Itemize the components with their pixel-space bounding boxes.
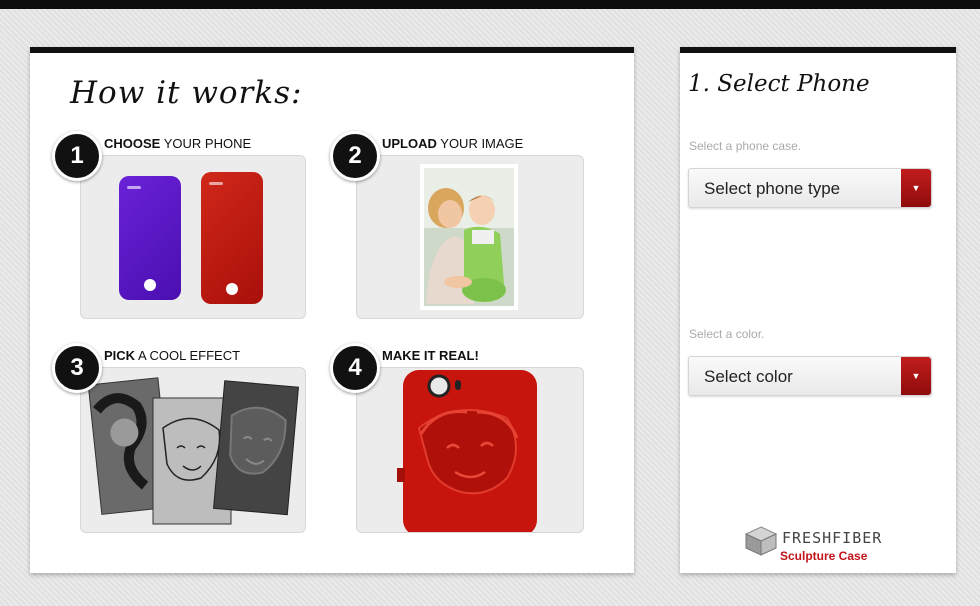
brand-tagline: Sculpture Case (780, 549, 868, 563)
sculpture-case (397, 370, 537, 532)
step-image-panel (80, 155, 306, 319)
phone-case-label: Select a phone case. (689, 139, 802, 153)
step-title: PICK A COOL EFFECT (104, 348, 241, 363)
step-image-panel (80, 367, 306, 533)
color-select[interactable]: Select color ▼ (688, 356, 932, 396)
step-image-panel (356, 155, 584, 319)
cube-logo-icon (744, 526, 778, 556)
step-pick-effect: 3 PICK A COOL EFFECT (52, 343, 312, 538)
dropdown-arrow-icon[interactable]: ▼ (901, 357, 931, 395)
how-it-works-card: How it works: 1 CHOOSE YOUR PHONE 2 UPLO… (30, 47, 634, 573)
step-number: 4 (330, 343, 380, 393)
step-title: MAKE IT REAL! (382, 348, 479, 363)
select-phone-card: 1. Select Phone Select a phone case. Sel… (680, 47, 956, 573)
color-select-value: Select color (704, 367, 793, 386)
color-label: Select a color. (689, 327, 765, 341)
step-upload-image: 2 UPLOAD YOUR IMAGE (330, 131, 590, 321)
step-number: 1 (52, 131, 102, 181)
purple-phone[interactable] (119, 176, 181, 300)
phone-type-select[interactable]: Select phone type ▼ (688, 168, 932, 208)
how-it-works-heading: How it works: (70, 75, 303, 111)
uploaded-photo (420, 164, 518, 310)
step-image-panel (356, 367, 584, 533)
top-bar (0, 0, 980, 9)
step-choose-phone: 1 CHOOSE YOUR PHONE (52, 131, 312, 321)
effect-samples (87, 377, 299, 525)
step-number: 3 (52, 343, 102, 393)
step-make-it-real: 4 MAKE IT REAL! (330, 343, 590, 538)
brand-name: FRESHFIBER (782, 529, 883, 547)
select-phone-title: 1. Select Phone (688, 71, 870, 97)
red-phone[interactable] (201, 172, 263, 304)
phone-type-select-value: Select phone type (704, 179, 841, 198)
step-title: CHOOSE YOUR PHONE (104, 136, 252, 151)
dropdown-arrow-icon[interactable]: ▼ (901, 169, 931, 207)
step-title: UPLOAD YOUR IMAGE (382, 136, 524, 151)
step-number: 2 (330, 131, 380, 181)
